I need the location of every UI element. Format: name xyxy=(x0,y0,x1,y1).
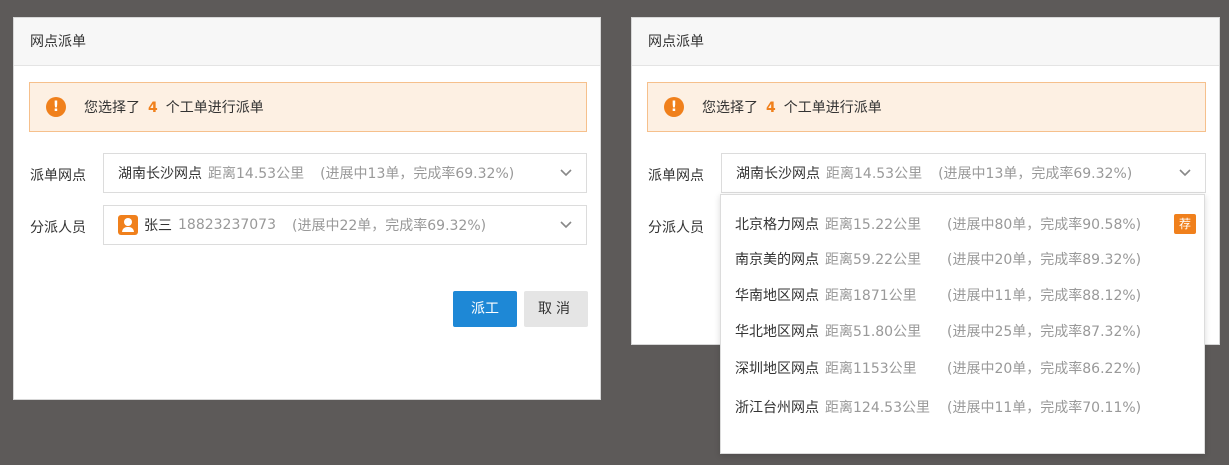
selection-alert: ! 您选择了 4 个工单进行派单 xyxy=(647,82,1206,132)
dropdown-option[interactable]: 北京格力网点 距离15.22公里 (进展中80单，完成率90.58%) 荐 xyxy=(721,206,1204,242)
branch-distance: 距离14.53公里 xyxy=(826,166,923,182)
dropdown-option[interactable]: 浙江台州网点 距离124.53公里 (进展中11单，完成率70.11%) xyxy=(721,389,1204,425)
alert-text: 您选择了 4 个工单进行派单 xyxy=(84,97,264,117)
branch-dropdown-list: 北京格力网点 距离15.22公里 (进展中80单，完成率90.58%) 荐 南京… xyxy=(720,194,1205,454)
option-name: 深圳地区网点 xyxy=(735,361,819,377)
option-name: 华北地区网点 xyxy=(735,324,819,340)
option-name: 浙江台州网点 xyxy=(735,400,819,416)
cancel-button[interactable]: 取消 xyxy=(524,291,588,327)
chevron-down-icon xyxy=(1179,169,1191,177)
staff-select[interactable]: 张三 18823237073 (进展中22单，完成率69.32%) xyxy=(103,205,587,245)
branch-distance: 距离14.53公里 xyxy=(208,166,305,182)
branch-label: 派单网点 xyxy=(648,168,704,184)
alert-count: 4 xyxy=(766,100,776,116)
dropdown-option[interactable]: 华南地区网点 距离1871公里 (进展中11单，完成率88.12%) xyxy=(721,277,1204,313)
branch-stats: (进展中13单，完成率69.32%) xyxy=(320,166,515,182)
branch-name: 湖南长沙网点 xyxy=(118,166,202,182)
option-distance: 距离1153公里 xyxy=(825,361,917,377)
alert-prefix: 您选择了 xyxy=(84,100,140,116)
dropdown-option[interactable]: 南京美的网点 距离59.22公里 (进展中20单，完成率89.32%) xyxy=(721,241,1204,277)
dropdown-option[interactable]: 深圳地区网点 距离1153公里 (进展中20单，完成率86.22%) xyxy=(721,350,1204,386)
alert-count: 4 xyxy=(148,100,158,116)
option-stats: (进展中11单，完成率88.12%) xyxy=(947,288,1142,304)
staff-label: 分派人员 xyxy=(30,220,86,236)
staff-label: 分派人员 xyxy=(648,220,704,236)
option-stats: (进展中11单，完成率70.11%) xyxy=(947,400,1142,416)
alert-suffix: 个工单进行派单 xyxy=(165,100,264,116)
option-distance: 距离15.22公里 xyxy=(825,217,922,233)
option-distance: 距离124.53公里 xyxy=(825,400,930,416)
branch-label: 派单网点 xyxy=(30,168,86,184)
option-stats: (进展中25单，完成率87.32%) xyxy=(947,324,1142,340)
option-name: 北京格力网点 xyxy=(735,217,819,233)
option-stats: (进展中20单，完成率89.32%) xyxy=(947,252,1142,268)
exclamation-circle-icon: ! xyxy=(46,97,66,117)
dispatch-dialog-left: 网点派单 ! 您选择了 4 个工单进行派单 派单网点 湖南长沙网点 距离14.53公… xyxy=(13,17,601,400)
branch-select[interactable]: 湖南长沙网点 距离14.53公里 (进展中13单，完成率69.32%) xyxy=(721,153,1206,193)
branch-select[interactable]: 湖南长沙网点 距离14.53公里 (进展中13单，完成率69.32%) xyxy=(103,153,587,193)
dialog-title: 网点派单 xyxy=(14,18,600,66)
alert-prefix: 您选择了 xyxy=(702,100,758,116)
option-distance: 距离59.22公里 xyxy=(825,252,922,268)
option-name: 华南地区网点 xyxy=(735,288,819,304)
chevron-down-icon xyxy=(560,221,572,229)
alert-suffix: 个工单进行派单 xyxy=(783,100,882,116)
dispatch-button[interactable]: 派工 xyxy=(453,291,517,327)
chevron-down-icon xyxy=(560,169,572,177)
option-distance: 距离51.80公里 xyxy=(825,324,922,340)
alert-text: 您选择了 4 个工单进行派单 xyxy=(702,97,882,117)
user-badge-icon xyxy=(118,215,138,235)
selection-alert: ! 您选择了 4 个工单进行派单 xyxy=(29,82,587,132)
dropdown-option[interactable]: 华北地区网点 距离51.80公里 (进展中25单，完成率87.32%) xyxy=(721,313,1204,349)
staff-stats: (进展中22单，完成率69.32%) xyxy=(291,218,487,234)
recommended-badge: 荐 xyxy=(1174,214,1196,234)
option-stats: (进展中20单，完成率86.22%) xyxy=(947,361,1142,377)
option-name: 南京美的网点 xyxy=(735,252,819,268)
branch-stats: (进展中13单，完成率69.32%) xyxy=(938,166,1133,182)
option-distance: 距离1871公里 xyxy=(825,288,917,304)
branch-name: 湖南长沙网点 xyxy=(736,166,820,182)
staff-name: 张三 xyxy=(144,218,172,234)
option-stats: (进展中80单，完成率90.58%) xyxy=(947,217,1142,233)
dialog-title: 网点派单 xyxy=(632,18,1219,66)
exclamation-circle-icon: ! xyxy=(664,97,684,117)
staff-phone: 18823237073 xyxy=(178,217,276,233)
